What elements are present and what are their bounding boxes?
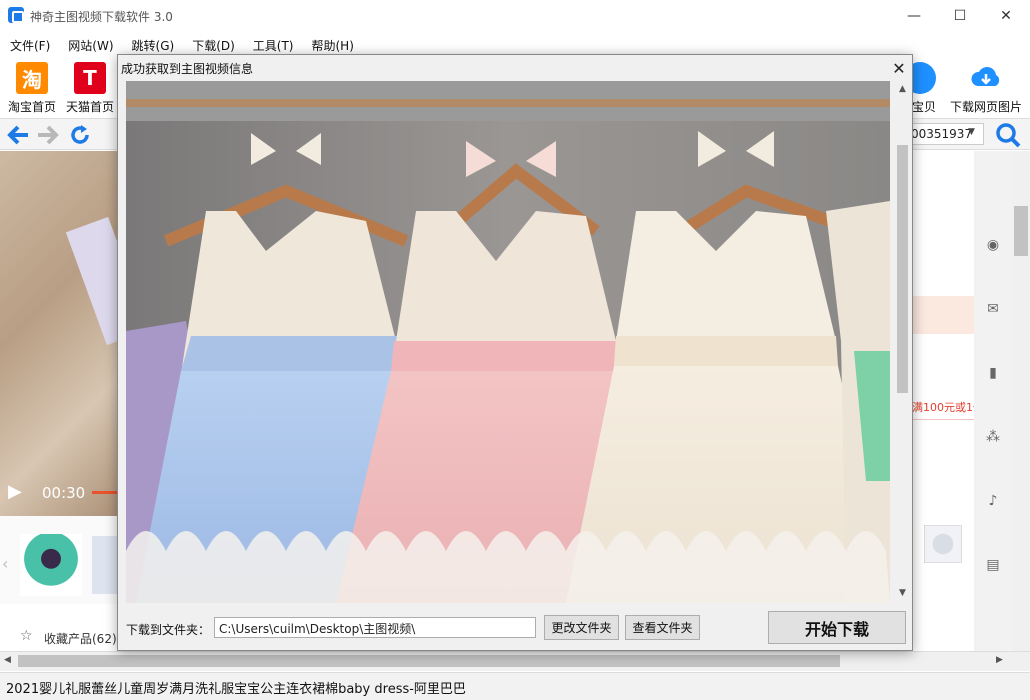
video-info-dialog: 成功获取到主图视频信息 ✕ ▲ ▼ 下载到文件夹： C:\Users\cuilm… bbox=[117, 54, 913, 651]
play-icon[interactable]: ▶ bbox=[8, 481, 22, 502]
download-page-images-label: 下载网页图片 bbox=[949, 100, 1022, 114]
menu-bar: 文件(F) 网站(W) 跳转(G) 下载(D) 工具(T) 帮助(H) bbox=[0, 34, 1030, 56]
mail-icon[interactable]: ✉ bbox=[986, 302, 1000, 316]
menu-website[interactable]: 网站(W) bbox=[58, 34, 121, 56]
menu-download[interactable]: 下载(D) bbox=[182, 34, 243, 56]
scroll-down-icon[interactable]: ▼ bbox=[894, 585, 911, 602]
search-icon[interactable] bbox=[994, 121, 1022, 149]
promo-text: 满100元或1件 bbox=[912, 401, 974, 414]
menu-file[interactable]: 文件(F) bbox=[0, 34, 58, 56]
footprint-icon[interactable]: ⁂ bbox=[986, 430, 1000, 444]
thumbnail-strip: ‹ bbox=[0, 516, 132, 604]
document-icon[interactable]: ▤ bbox=[986, 558, 1000, 572]
baby-label: 宝贝 bbox=[911, 100, 936, 114]
maximize-button[interactable]: ☐ bbox=[937, 0, 983, 32]
tmall-home-label: 天猫首页 bbox=[65, 100, 114, 114]
scroll-right-icon[interactable]: ▶ bbox=[996, 655, 1003, 665]
thumbnail-1[interactable] bbox=[20, 534, 82, 596]
scroll-up-icon[interactable]: ▲ bbox=[894, 81, 911, 98]
bookmark-icon[interactable]: ▮ bbox=[986, 366, 1000, 380]
taobao-home-label: 淘宝首页 bbox=[7, 100, 56, 114]
user-icon[interactable]: ◉ bbox=[986, 238, 1000, 252]
back-arrow-icon[interactable] bbox=[4, 121, 32, 149]
menu-help[interactable]: 帮助(H) bbox=[302, 34, 362, 56]
video-preview bbox=[126, 81, 890, 603]
refresh-icon[interactable] bbox=[66, 121, 94, 149]
promo-band bbox=[912, 296, 974, 334]
side-thumbnail[interactable] bbox=[924, 525, 962, 563]
horizontal-scrollbar-thumb[interactable] bbox=[18, 655, 840, 667]
divider bbox=[912, 419, 974, 420]
window-title: 神奇主图视频下载软件 3.0 bbox=[30, 10, 173, 24]
minimize-button[interactable]: — bbox=[891, 0, 937, 32]
page-scrollbar-thumb[interactable] bbox=[1014, 206, 1028, 256]
dialog-close-button[interactable]: ✕ bbox=[888, 57, 910, 79]
product-video-frame bbox=[0, 151, 150, 516]
dialog-title: 成功获取到主图视频信息 bbox=[121, 62, 254, 76]
tmall-icon: T bbox=[74, 62, 106, 94]
chevron-left-icon[interactable]: ‹ bbox=[2, 554, 8, 573]
chevron-down-icon[interactable]: ▼ bbox=[968, 127, 975, 137]
dialog-scrollbar-thumb[interactable] bbox=[897, 145, 908, 393]
favorites-label[interactable]: 收藏产品(62) bbox=[44, 630, 117, 647]
title-bar: 神奇主图视频下载软件 3.0 — ☐ ✕ bbox=[0, 0, 1030, 32]
taobao-home-button[interactable]: 淘 淘宝首页 bbox=[6, 58, 58, 116]
start-download-button[interactable]: 开始下载 bbox=[768, 611, 906, 644]
download-path-input[interactable]: C:\Users\cuilm\Desktop\主图视频\ bbox=[214, 617, 536, 638]
video-preview-frame bbox=[126, 81, 890, 603]
scroll-left-icon[interactable]: ◀ bbox=[4, 655, 11, 665]
bell-icon[interactable]: ♪ bbox=[986, 494, 1000, 508]
side-rail bbox=[974, 151, 1012, 651]
menu-goto[interactable]: 跳转(G) bbox=[122, 34, 183, 56]
forward-arrow-icon[interactable] bbox=[34, 121, 62, 149]
close-window-button[interactable]: ✕ bbox=[983, 0, 1029, 32]
cloud-download-icon bbox=[970, 62, 1002, 94]
taobao-icon: 淘 bbox=[16, 62, 48, 94]
tmall-home-button[interactable]: T 天猫首页 bbox=[64, 58, 116, 116]
view-folder-button[interactable]: 查看文件夹 bbox=[625, 615, 700, 640]
menu-tools[interactable]: 工具(T) bbox=[243, 34, 302, 56]
change-folder-button[interactable]: 更改文件夹 bbox=[544, 615, 619, 640]
app-icon bbox=[8, 7, 24, 23]
video-time: 00:30 bbox=[42, 484, 86, 502]
star-icon[interactable]: ☆ bbox=[20, 628, 33, 644]
download-page-images-button[interactable]: 下载网页图片 bbox=[946, 58, 1026, 116]
download-to-label: 下载到文件夹： bbox=[126, 623, 211, 637]
status-text: 2021婴儿礼服蕾丝儿童周岁满月洗礼服宝宝公主连衣裙棉baby dress-阿里… bbox=[6, 682, 466, 697]
